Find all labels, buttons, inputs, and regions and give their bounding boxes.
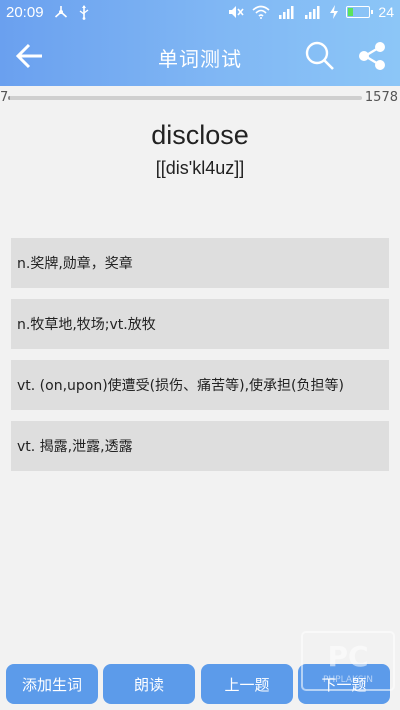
previous-button[interactable]: 上一题 bbox=[201, 664, 293, 704]
battery-icon bbox=[346, 6, 374, 18]
status-time: 20:09 bbox=[6, 3, 44, 21]
app-bar: 单词测试 bbox=[0, 24, 400, 86]
question-phonetic: [[dis'kl4uz]] bbox=[155, 158, 245, 178]
status-right-icons: 24 bbox=[228, 4, 394, 20]
usb-icon bbox=[79, 4, 88, 20]
signal-icon bbox=[279, 6, 294, 19]
progress-total: 1578 bbox=[364, 90, 398, 105]
status-left-icons bbox=[54, 4, 90, 20]
wifi-icon bbox=[252, 5, 270, 19]
add-word-button[interactable]: 添加生词 bbox=[6, 664, 98, 704]
answer-option[interactable]: n.奖牌,勋章，奖章 bbox=[11, 238, 389, 288]
screen: 20:09 24 单词测试 7 1578 disclose [[dis'kl4u… bbox=[0, 0, 400, 710]
page-title: 单词测试 bbox=[158, 47, 242, 71]
signal-icon bbox=[305, 6, 320, 19]
next-button[interactable]: 下一题 bbox=[298, 664, 390, 704]
charging-icon bbox=[330, 5, 339, 19]
battery-percent: 24 bbox=[378, 4, 394, 20]
progress-bar[interactable] bbox=[8, 96, 362, 100]
mute-icon bbox=[229, 6, 245, 18]
bottom-bar: 添加生词 朗读 上一题 下一题 bbox=[0, 664, 400, 710]
search-icon bbox=[305, 41, 334, 70]
share-icon bbox=[359, 42, 385, 70]
share-button[interactable] bbox=[356, 40, 388, 72]
answer-options: n.奖牌,勋章，奖章 n.牧草地,牧场;vt.放牧 vt. (on,upon)使… bbox=[11, 238, 389, 482]
question-word: disclose bbox=[151, 120, 249, 150]
progress-row: 7 1578 bbox=[0, 88, 400, 108]
read-aloud-button[interactable]: 朗读 bbox=[103, 664, 195, 704]
answer-option[interactable]: vt. (on,upon)使遭受(损伤、痛苦等),使承担(负担等) bbox=[11, 360, 389, 410]
progress-fill bbox=[8, 96, 10, 100]
answer-option[interactable]: vt. 揭露,泄露,透露 bbox=[11, 421, 389, 471]
usb-tether-icon bbox=[54, 6, 67, 18]
search-button[interactable] bbox=[304, 40, 336, 72]
answer-option[interactable]: n.牧草地,牧场;vt.放牧 bbox=[11, 299, 389, 349]
top-bar: 20:09 24 单词测试 bbox=[0, 0, 400, 86]
status-bar: 20:09 24 bbox=[0, 0, 400, 24]
